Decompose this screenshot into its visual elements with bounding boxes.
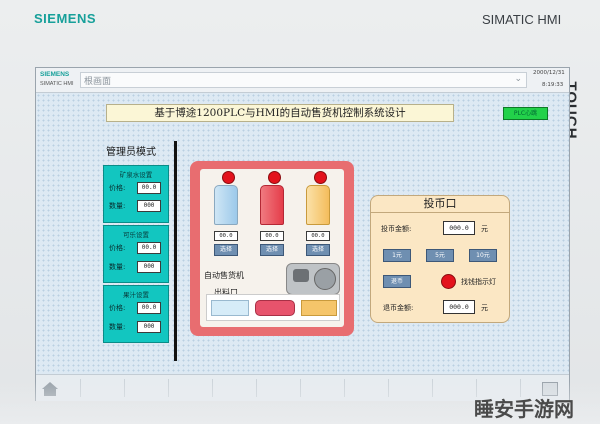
device-model-label: SIMATIC HMI	[482, 12, 562, 27]
water-qty-field[interactable]: 000	[137, 200, 161, 212]
coin-1-button[interactable]: 1元	[383, 249, 411, 262]
screen-selector[interactable]: 根画面 ⌄	[80, 72, 527, 88]
price-label: 价格:	[109, 304, 126, 312]
product-lamp-icon	[268, 171, 281, 184]
watermark: 睡安手游网	[0, 381, 600, 424]
product-lamp-icon	[314, 171, 327, 184]
cola-settings-panel: 可乐设置 价格: 00.0 数量: 000	[103, 225, 169, 283]
page-title: 基于博途1200PLC与HMI的自动售货机控制系统设计	[106, 104, 454, 122]
outlet-tray	[206, 294, 340, 321]
topbar-time: 8:19:33	[542, 82, 564, 88]
screen-topbar: SIEMENS SIMATIC HMI 根画面 ⌄ 2000/12/31 8:1…	[36, 68, 569, 93]
cola-bottle-icon	[260, 185, 284, 225]
screen-selector-label: 根画面	[84, 77, 112, 87]
coin-5-button[interactable]: 5元	[426, 249, 454, 262]
machine-label: 自动售货机	[204, 271, 244, 280]
panel-heading: 果汁设置	[123, 291, 149, 299]
refund-unit: 元	[481, 304, 488, 312]
price-label: 价格:	[109, 244, 126, 252]
hmi-bezel: SIEMENS SIMATIC HMI TOUCH SIEMENS SIMATI…	[0, 0, 600, 424]
qty-label: 数量:	[109, 323, 126, 331]
juice-item-icon	[301, 300, 337, 316]
touch-label: TOUCH	[562, 81, 580, 140]
topbar-model: SIMATIC HMI	[40, 81, 74, 87]
refund-button[interactable]: 退币	[383, 275, 411, 288]
topbar-date: 2000/12/31	[533, 70, 565, 76]
select-water-button[interactable]: 选择	[214, 244, 238, 256]
juice-price-field[interactable]: 00.0	[137, 302, 161, 314]
price-label: 价格:	[109, 184, 126, 192]
juice-price-display: 00.0	[306, 231, 330, 241]
refund-amount-field[interactable]: 000.0	[443, 300, 475, 314]
change-lamp-label: 找钱指示灯	[461, 278, 496, 286]
juice-bottle-icon	[306, 185, 330, 225]
select-cola-button[interactable]: 选择	[260, 244, 284, 256]
water-price-field[interactable]: 00.0	[137, 182, 161, 194]
cola-item-icon	[255, 300, 295, 316]
water-item-icon	[211, 300, 249, 316]
hmi-screen: SIEMENS SIMATIC HMI 根画面 ⌄ 2000/12/31 8:1…	[35, 67, 570, 401]
cola-qty-field[interactable]: 000	[137, 261, 161, 273]
inserted-amount-field[interactable]: 000.0	[443, 221, 475, 235]
panel-heading: 可乐设置	[123, 231, 149, 239]
product-lamp-icon	[222, 171, 235, 184]
plc-heartbeat-button[interactable]: PLC心跳	[503, 107, 548, 120]
watermark-text: 睡安手游网	[474, 397, 574, 421]
admin-mode-title: 管理员模式	[106, 147, 156, 158]
chevron-down-icon: ⌄	[514, 74, 522, 84]
divider	[174, 141, 177, 361]
coin-slot-icon	[286, 263, 340, 295]
juice-settings-panel: 果汁设置 价格: 00.0 数量: 000	[103, 285, 169, 343]
change-indicator-lamp-icon	[441, 274, 456, 289]
cola-price-field[interactable]: 00.0	[137, 242, 161, 254]
topbar-brand: SIEMENS	[40, 71, 70, 78]
water-settings-panel: 矿泉水设置 价格: 00.0 数量: 000	[103, 165, 169, 223]
inserted-amount-label: 投币金额:	[381, 225, 412, 233]
coin-icon	[314, 268, 336, 290]
vending-machine-front: 00.0 00.0 00.0 选择 选择 选择 自动售货机 出料口	[200, 169, 344, 327]
juice-qty-field[interactable]: 000	[137, 321, 161, 333]
panel-heading: 矿泉水设置	[119, 171, 153, 179]
cola-price-display: 00.0	[260, 231, 284, 241]
siemens-logo: SIEMENS	[34, 11, 97, 26]
qty-label: 数量:	[109, 202, 126, 210]
water-bottle-icon	[214, 185, 238, 225]
coin-panel-title: 投币口	[371, 196, 509, 213]
refund-amount-label: 退币金额:	[383, 304, 414, 312]
coin-10-button[interactable]: 10元	[469, 249, 497, 262]
slot-window-icon	[293, 269, 309, 282]
inserted-unit: 元	[481, 225, 488, 233]
qty-label: 数量:	[109, 263, 126, 271]
vending-machine: 00.0 00.0 00.0 选择 选择 选择 自动售货机 出料口	[190, 161, 354, 336]
water-price-display: 00.0	[214, 231, 238, 241]
select-juice-button[interactable]: 选择	[306, 244, 330, 256]
coin-panel: 投币口 投币金额: 000.0 元 1元 5元 10元 退币 找钱指示灯 退币金…	[370, 195, 510, 323]
